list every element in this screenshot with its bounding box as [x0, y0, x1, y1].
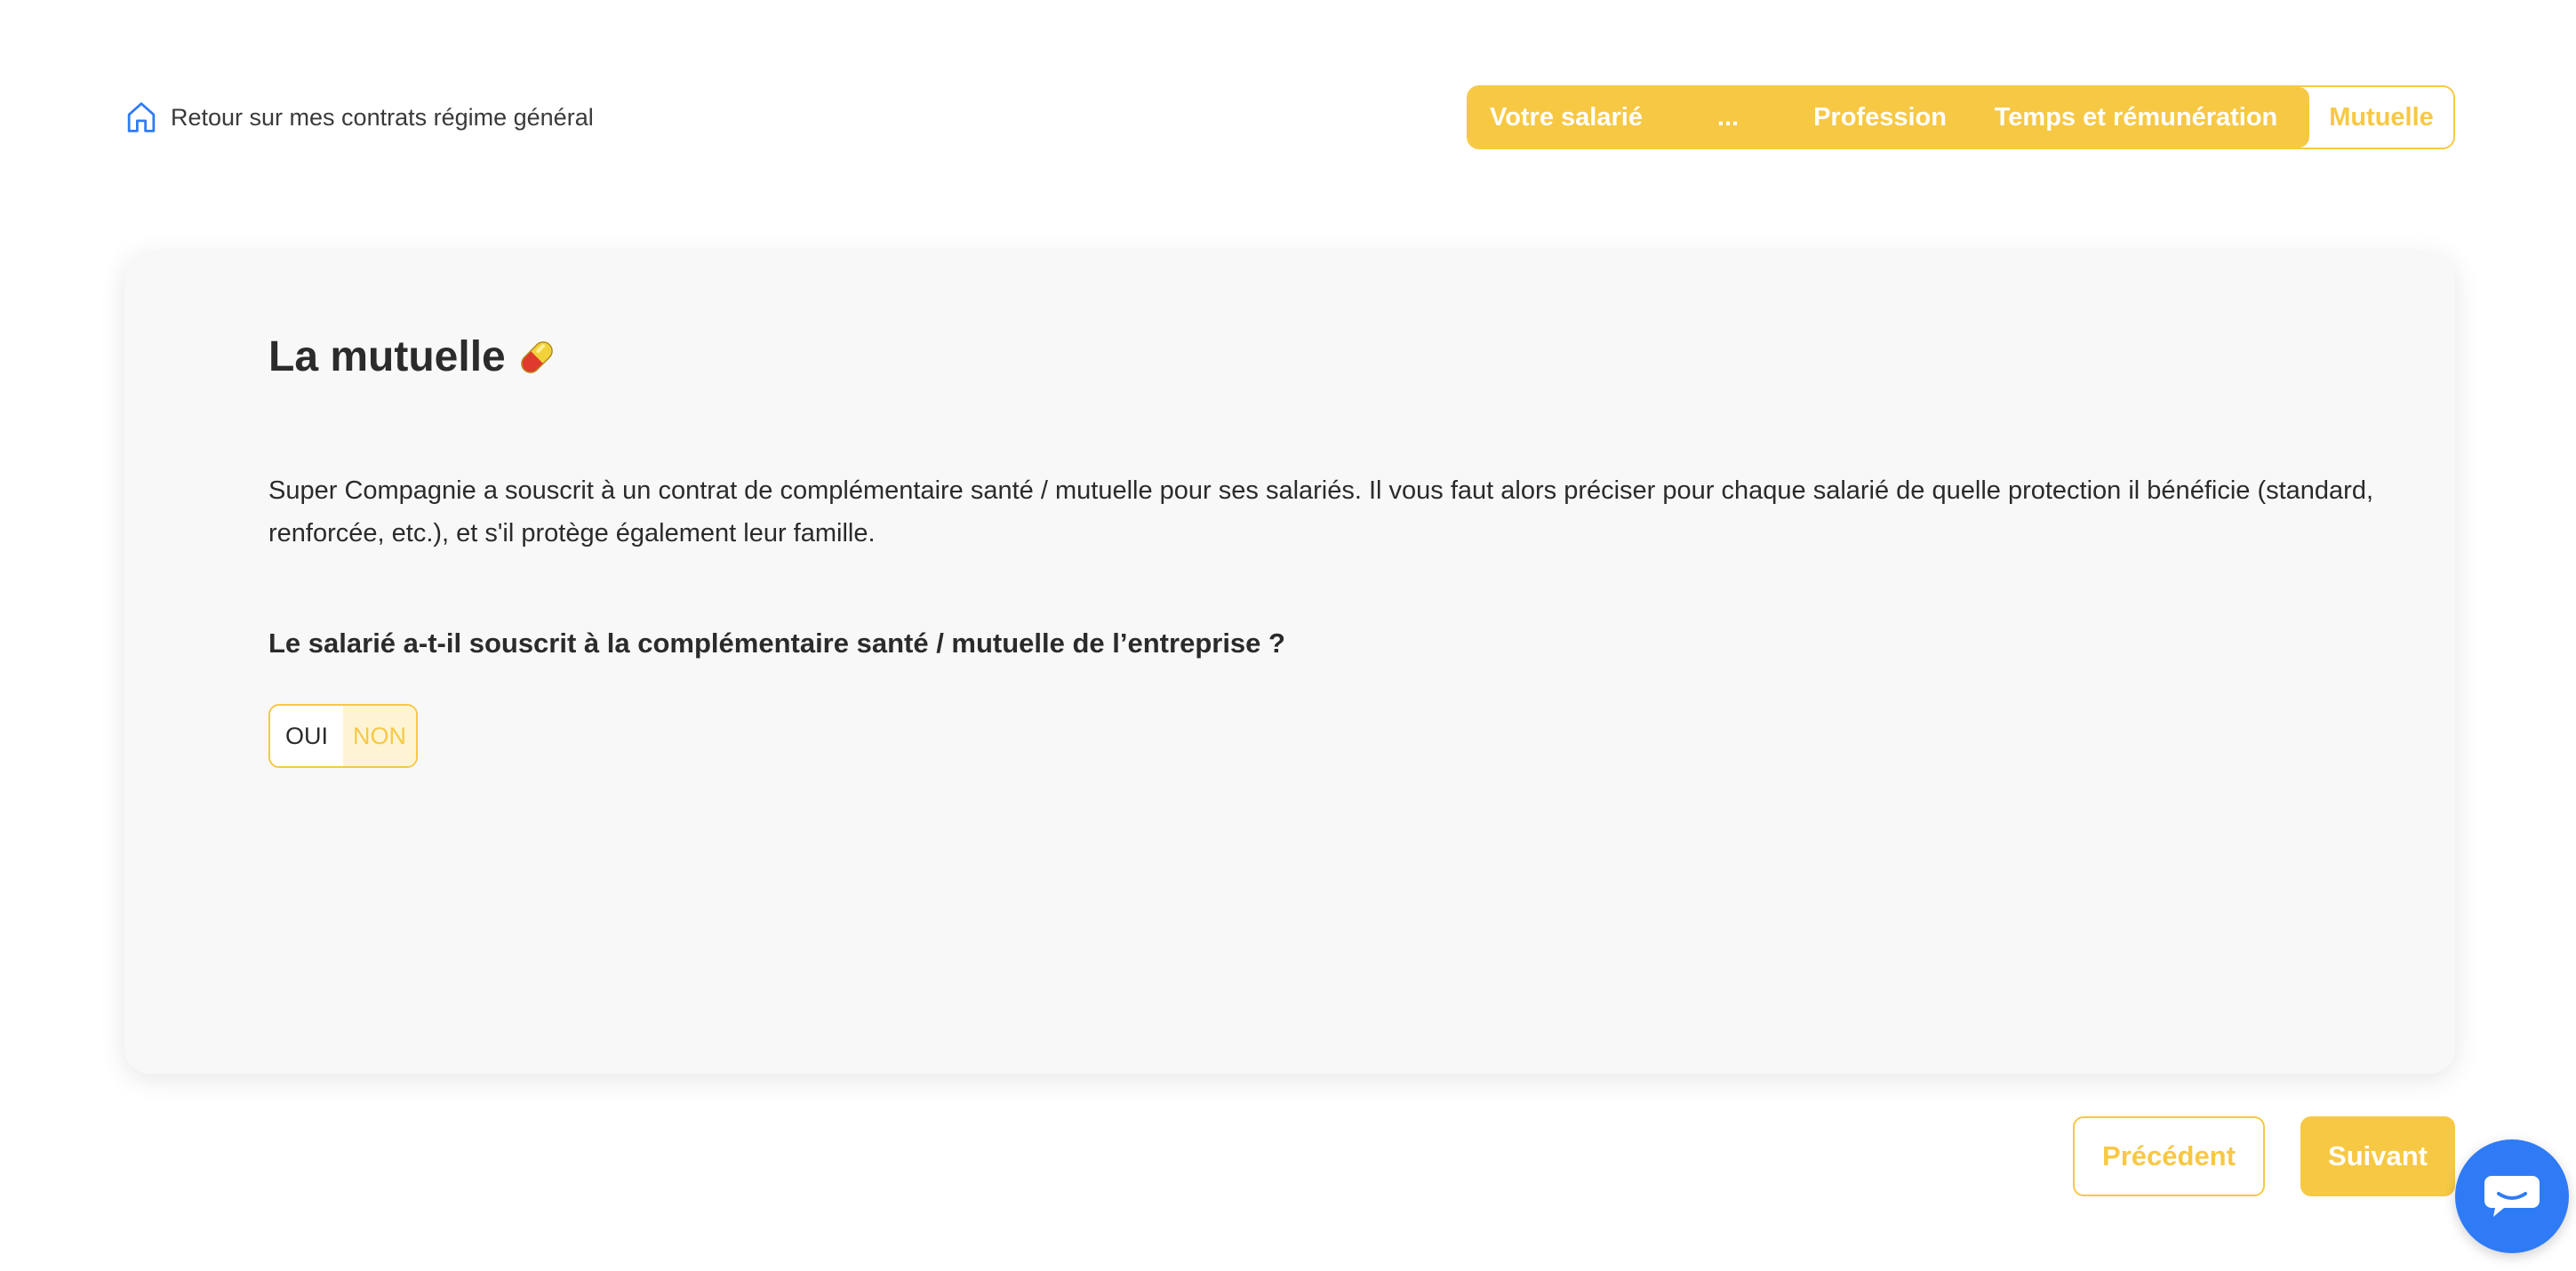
- step-profession[interactable]: Profession: [1797, 87, 1963, 148]
- card-title-row: La mutuelle: [268, 332, 559, 381]
- step-temps-et-remuneration[interactable]: Temps et rémunération: [1963, 87, 2309, 148]
- chat-button[interactable]: [2455, 1139, 2569, 1253]
- back-link-label: Retour sur mes contrats régime général: [171, 103, 594, 131]
- page: Retour sur mes contrats régime général V…: [0, 0, 2576, 1271]
- card-description: Super Compagnie a souscrit à un contrat …: [268, 476, 2374, 548]
- step-mutuelle[interactable]: Mutuelle: [2309, 87, 2453, 148]
- page-title: La mutuelle: [268, 333, 506, 380]
- step-votre-salarie[interactable]: Votre salarié: [1468, 87, 1659, 148]
- home-icon: [127, 102, 156, 132]
- next-button[interactable]: Suivant: [2300, 1116, 2455, 1196]
- question-label: Le salarié a-t-il souscrit à la compléme…: [268, 628, 1285, 659]
- previous-button[interactable]: Précédent: [2073, 1116, 2265, 1196]
- option-oui[interactable]: OUI: [270, 706, 343, 766]
- mutuelle-card: La mutuelle Super Compagnie a souscrit à…: [124, 252, 2455, 1074]
- chat-icon: [2484, 1176, 2540, 1217]
- pill-icon: [520, 340, 553, 373]
- yes-no-toggle: OUI NON: [268, 704, 418, 768]
- step-ellipsis[interactable]: ...: [1659, 87, 1797, 148]
- progress-stepper: Votre salarié ... Profession Temps et ré…: [1467, 85, 2455, 149]
- back-to-contracts-link[interactable]: Retour sur mes contrats régime général: [124, 96, 594, 139]
- option-non[interactable]: NON: [343, 706, 416, 766]
